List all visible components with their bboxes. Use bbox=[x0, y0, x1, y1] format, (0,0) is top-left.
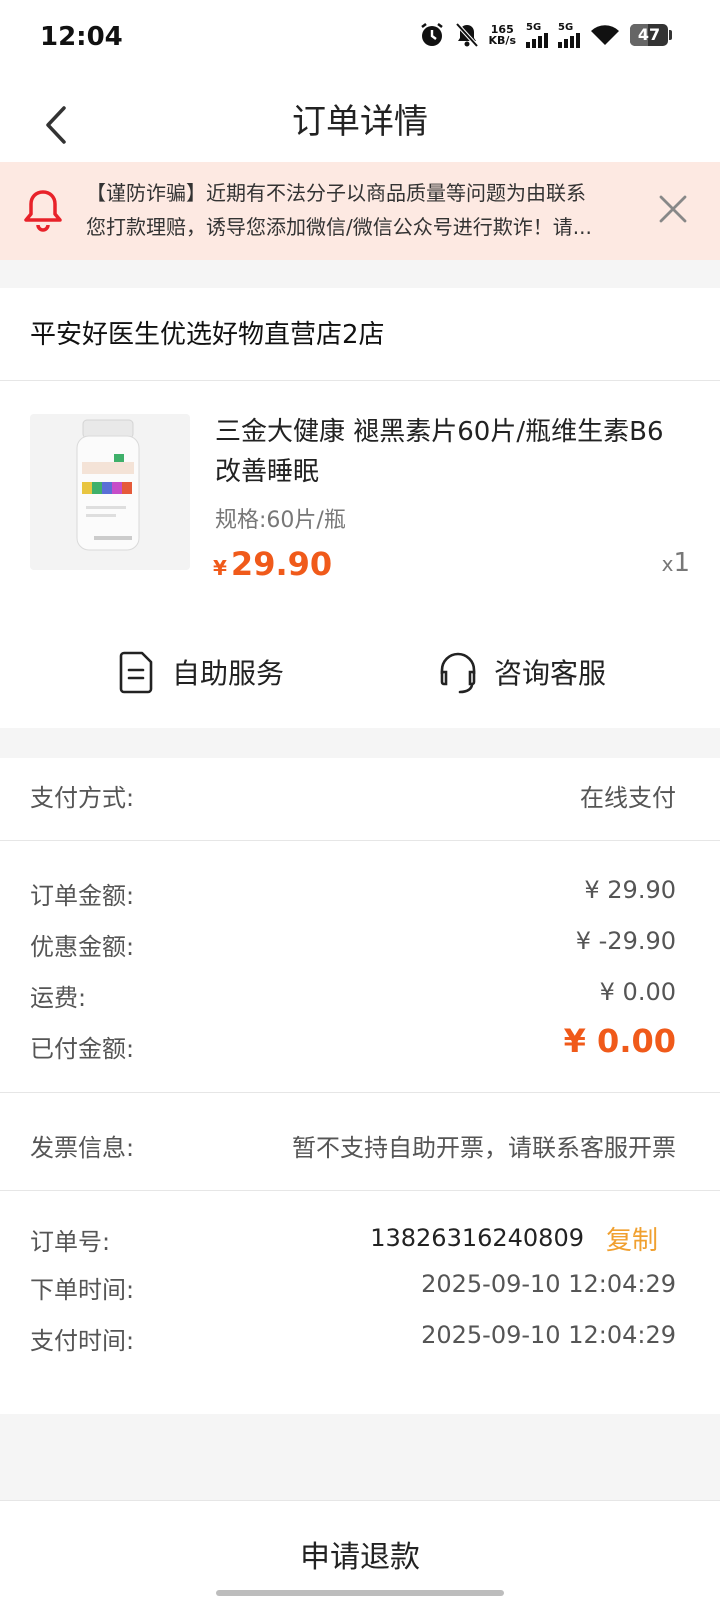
divider bbox=[0, 1092, 720, 1093]
payment-time-value: 2025-09-10 12:04:29 bbox=[421, 1321, 676, 1349]
self-service-button[interactable]: 自助服务 bbox=[118, 650, 284, 694]
store-name[interactable]: 平安好医生优选好物直营店2店 bbox=[30, 314, 385, 351]
status-time: 12:04 bbox=[40, 22, 123, 52]
paid-amount-label: 已付金额: bbox=[30, 1035, 135, 1063]
supplement-bottle-icon bbox=[30, 414, 190, 570]
copy-order-id-button[interactable]: 复制 bbox=[606, 1220, 658, 1257]
signal-1-label: 5G bbox=[526, 21, 542, 33]
headset-icon bbox=[440, 652, 476, 694]
order-id-value: 13826316240809 bbox=[370, 1224, 584, 1252]
product-spec: 规格:60片/瓶 bbox=[215, 508, 346, 533]
shipping-fee-label: 运费: bbox=[30, 984, 87, 1012]
battery-level: 47 bbox=[637, 25, 661, 44]
bell-icon bbox=[24, 190, 62, 232]
request-refund-button[interactable]: 申请退款 bbox=[0, 1532, 720, 1576]
signal-2-bars-icon bbox=[558, 32, 580, 48]
product-name[interactable]: 三金大健康 褪黑素片60片/瓶维生素B6改善睡眠 bbox=[215, 412, 685, 492]
order-amount-label: 订单金额: bbox=[30, 882, 135, 910]
wifi-icon bbox=[591, 25, 619, 45]
signal-1-bars-icon bbox=[526, 32, 548, 48]
discount-amount-value: ¥ -29.90 bbox=[575, 927, 676, 955]
invoice-label: 发票信息: bbox=[30, 1134, 135, 1162]
order-detail-card bbox=[0, 758, 720, 1414]
mute-bell-icon bbox=[455, 22, 478, 48]
order-id-label: 订单号: bbox=[30, 1228, 111, 1256]
document-icon bbox=[119, 651, 153, 694]
customer-service-button[interactable]: 咨询客服 bbox=[436, 650, 606, 694]
payment-time-label: 支付时间: bbox=[30, 1327, 135, 1355]
order-amount-value: ¥ 29.90 bbox=[584, 876, 676, 904]
fraud-notice-line-1: 【谨防诈骗】近期有不法分子以商品质量等问题为由联系 bbox=[86, 181, 586, 205]
price-value: 29.90 bbox=[230, 545, 333, 583]
product-image[interactable] bbox=[30, 414, 190, 570]
self-service-label: 自助服务 bbox=[172, 657, 285, 690]
close-icon[interactable] bbox=[656, 192, 690, 226]
fraud-notice-text[interactable]: 【谨防诈骗】近期有不法分子以商品质量等问题为由联系 您打款理赔，诱导您添加微信/… bbox=[86, 176, 634, 244]
home-indicator[interactable] bbox=[216, 1590, 504, 1596]
page-title: 订单详情 bbox=[292, 102, 428, 142]
divider bbox=[0, 380, 720, 381]
divider bbox=[0, 840, 720, 841]
price-currency: ¥ bbox=[213, 556, 227, 580]
quantity-prefix: x bbox=[661, 552, 674, 576]
discount-amount-label: 优惠金额: bbox=[30, 933, 135, 961]
paid-amount-value: ¥ 0.00 bbox=[563, 1022, 676, 1060]
network-speed: 165 KB/s bbox=[489, 24, 516, 46]
network-speed-unit: KB/s bbox=[488, 34, 516, 47]
order-created-value: 2025-09-10 12:04:29 bbox=[421, 1270, 676, 1298]
fraud-notice-line-2: 您打款理赔，诱导您添加微信/微信公众号进行欺诈！请... bbox=[86, 215, 592, 239]
invoice-value: 暂不支持自助开票，请联系客服开票 bbox=[292, 1134, 676, 1162]
signal-2: 5G bbox=[558, 21, 580, 48]
battery-indicator: 47 bbox=[630, 24, 672, 46]
customer-service-label: 咨询客服 bbox=[494, 657, 607, 690]
divider bbox=[0, 1190, 720, 1191]
product-quantity: x1 bbox=[662, 548, 690, 578]
signal-1: 5G bbox=[526, 21, 548, 48]
status-icons: 165 KB/s 5G 5G 47 bbox=[419, 22, 672, 48]
quantity-value: 1 bbox=[673, 548, 690, 578]
alarm-icon bbox=[420, 23, 443, 46]
payment-method-value: 在线支付 bbox=[580, 784, 676, 812]
product-price: ¥29.90 bbox=[213, 545, 332, 583]
shipping-fee-value: ¥ 0.00 bbox=[599, 978, 676, 1006]
order-created-label: 下单时间: bbox=[30, 1276, 135, 1304]
payment-method-label: 支付方式: bbox=[30, 784, 135, 812]
signal-2-label: 5G bbox=[558, 21, 574, 33]
